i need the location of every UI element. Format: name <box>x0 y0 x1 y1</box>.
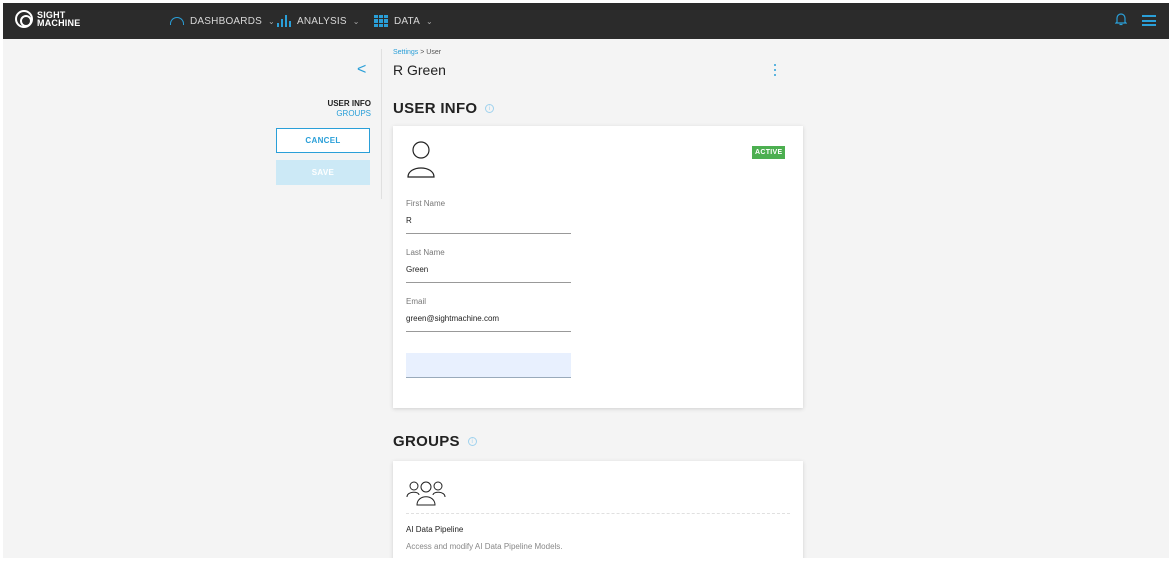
nav-analysis-label: ANALYSIS <box>297 15 347 27</box>
top-nav: SIGHT MACHINE DASHBOARDS ⌄ ANALYSIS ⌄ DA… <box>3 3 1169 39</box>
hamburger-menu-icon[interactable] <box>1142 15 1156 26</box>
bell-icon[interactable] <box>1115 12 1127 26</box>
cancel-button[interactable]: CANCEL <box>276 128 370 153</box>
email-label: Email <box>406 297 427 306</box>
group-users-icon <box>406 481 446 506</box>
nav-data[interactable]: DATA ⌄ <box>374 3 433 39</box>
logo-icon <box>15 10 33 28</box>
page-title: R Green <box>393 62 446 78</box>
more-options-icon[interactable] <box>774 64 776 76</box>
groups-card: AI Data Pipeline Access and modify AI Da… <box>393 461 803 558</box>
info-icon[interactable]: i <box>485 104 495 113</box>
breadcrumb: Settings > User <box>393 49 441 56</box>
logo-text-line2: MACHINE <box>37 18 81 28</box>
empty-input-field[interactable] <box>406 353 571 378</box>
sidebar-item-user-info[interactable]: USER INFO <box>327 99 371 108</box>
breadcrumb-user: User <box>426 49 442 56</box>
gauge-icon <box>170 17 184 25</box>
email-field[interactable]: green@sightmachine.com <box>406 314 571 332</box>
vertical-divider <box>381 49 382 199</box>
group-description: Access and modify AI Data Pipeline Model… <box>406 542 563 551</box>
info-icon[interactable]: i <box>467 437 477 446</box>
first-name-label: First Name <box>406 199 446 208</box>
nav-dashboards-label: DASHBOARDS <box>190 15 263 27</box>
group-name[interactable]: AI Data Pipeline <box>406 525 463 534</box>
first-name-field[interactable]: R <box>406 216 571 234</box>
last-name-field[interactable]: Green <box>406 265 571 283</box>
breadcrumb-settings[interactable]: Settings <box>393 49 418 56</box>
group-divider <box>406 513 790 514</box>
user-info-card: ACTIVE First Name R Last Name Green Emai… <box>393 126 803 408</box>
nav-dashboards[interactable]: DASHBOARDS ⌄ <box>170 3 275 39</box>
groups-title: GROUPS <box>393 433 460 450</box>
save-button[interactable]: SAVE <box>276 160 370 185</box>
groups-heading: GROUPS i <box>393 433 477 450</box>
bar-chart-icon <box>277 15 291 27</box>
sight-machine-logo[interactable]: SIGHT MACHINE <box>15 10 80 28</box>
user-info-title: USER INFO <box>393 100 478 117</box>
sidebar-item-groups[interactable]: GROUPS <box>336 109 371 118</box>
back-button[interactable]: < <box>357 61 366 79</box>
nav-analysis[interactable]: ANALYSIS ⌄ <box>277 3 360 39</box>
status-badge: ACTIVE <box>752 146 786 159</box>
nav-data-label: DATA <box>394 15 420 27</box>
chevron-down-icon: ⌄ <box>426 16 433 26</box>
app-frame: SIGHT MACHINE DASHBOARDS ⌄ ANALYSIS ⌄ DA… <box>3 3 1169 558</box>
user-info-heading: USER INFO i <box>393 100 495 117</box>
table-icon <box>374 15 388 27</box>
chevron-down-icon: ⌄ <box>352 16 360 26</box>
last-name-label: Last Name <box>406 248 445 257</box>
user-avatar-icon <box>407 141 435 178</box>
chevron-down-icon: ⌄ <box>268 16 275 26</box>
